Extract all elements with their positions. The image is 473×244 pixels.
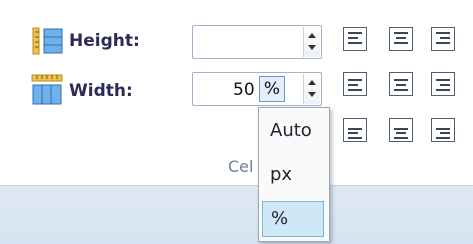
- height-decrease-icon[interactable]: [308, 45, 316, 50]
- width-spinner[interactable]: 50 %: [192, 72, 322, 106]
- width-increase-icon[interactable]: [308, 80, 316, 85]
- height-stepper[interactable]: [303, 27, 320, 57]
- unit-option-px[interactable]: px: [262, 158, 324, 194]
- width-stepper[interactable]: [303, 74, 320, 104]
- align-top-left-icon[interactable]: [343, 27, 367, 51]
- align-bottom-left-icon[interactable]: [343, 118, 367, 142]
- width-decrease-icon[interactable]: [308, 92, 316, 97]
- height-spinner[interactable]: [192, 25, 322, 59]
- row-height-icon: [32, 26, 64, 60]
- column-width-icon: [30, 74, 64, 110]
- width-label: Width:: [69, 81, 133, 101]
- width-unit-dropdown[interactable]: %: [259, 76, 285, 102]
- unit-dropdown-menu: Auto px %: [258, 107, 330, 242]
- unit-option-percent[interactable]: %: [262, 201, 324, 237]
- align-middle-center-icon[interactable]: [389, 72, 413, 96]
- width-value[interactable]: 50: [233, 80, 255, 100]
- height-increase-icon[interactable]: [308, 33, 316, 38]
- unit-option-auto[interactable]: Auto: [262, 114, 324, 150]
- group-label: Cel: [228, 157, 254, 176]
- align-middle-right-icon[interactable]: [431, 72, 455, 96]
- align-top-right-icon[interactable]: [431, 27, 455, 51]
- align-bottom-center-icon[interactable]: [389, 118, 413, 142]
- align-bottom-right-icon[interactable]: [431, 118, 455, 142]
- height-label: Height:: [69, 31, 140, 51]
- align-top-center-icon[interactable]: [389, 27, 413, 51]
- align-middle-left-icon[interactable]: [343, 72, 367, 96]
- ribbon-group-cell-size: Height: Width: 50 % Cel: [0, 0, 473, 185]
- ribbon-footer: [0, 185, 473, 244]
